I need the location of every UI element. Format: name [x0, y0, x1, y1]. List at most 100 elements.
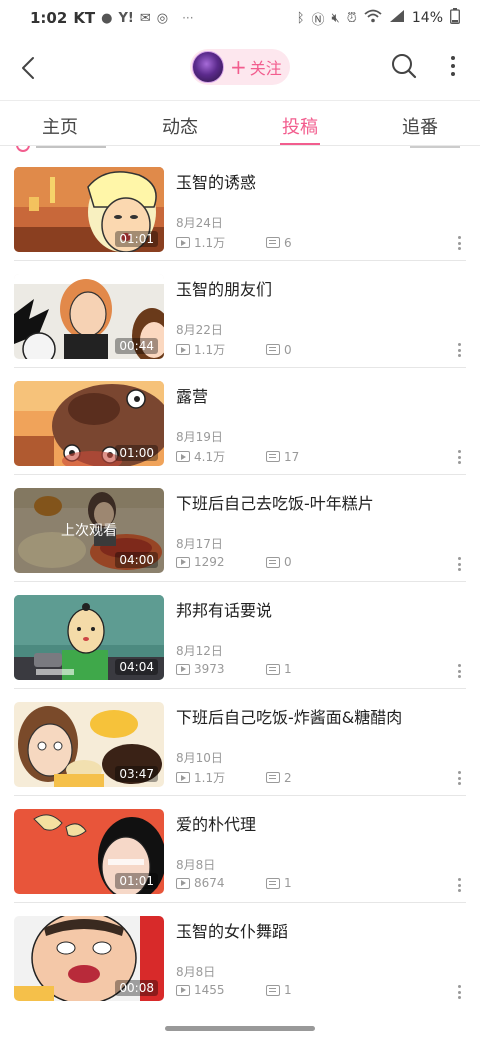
video-thumbnail[interactable]: 03:47 — [14, 702, 164, 787]
video-thumbnail[interactable]: 00:44 — [14, 274, 164, 359]
comment-count-value: 1 — [284, 876, 292, 890]
video-title[interactable]: 玉智的诱惑 — [176, 169, 256, 193]
app-header: + 关注 — [0, 40, 480, 96]
follow-text: 关注 — [249, 59, 282, 78]
video-list-item[interactable]: 03:47 下班后自己吃饭-炸酱面&糖醋肉 8月10日 1.1万 2 — [0, 689, 480, 796]
tab-home[interactable]: 主页 — [0, 101, 120, 145]
gesture-home-bar[interactable] — [165, 1026, 315, 1031]
tab-bar: 主页 动态 投稿 追番 — [0, 100, 480, 146]
hidden-text — [36, 146, 106, 148]
comment-count: 2 — [266, 771, 292, 785]
search-button[interactable] — [388, 50, 420, 82]
video-duration: 00:08 — [115, 980, 158, 996]
play-count-icon — [176, 772, 190, 783]
chevron-left-icon — [22, 57, 34, 79]
item-more-button[interactable] — [452, 234, 466, 254]
video-thumbnail[interactable]: 00:08 — [14, 916, 164, 1001]
play-count: 1.1万 — [176, 234, 266, 251]
dot — [451, 56, 455, 60]
follow-button[interactable]: + 关注 — [190, 49, 290, 85]
yahoo-icon: Y! — [118, 10, 134, 26]
video-stats: 1292 0 — [176, 555, 292, 569]
dot — [457, 241, 461, 245]
play-count-value: 1.1万 — [194, 236, 226, 250]
item-more-button[interactable] — [452, 341, 466, 361]
video-title[interactable]: 玉智的朋友们 — [176, 276, 272, 300]
dot — [457, 996, 461, 999]
tab-following-series[interactable]: 追番 — [360, 101, 480, 145]
item-more-button[interactable] — [452, 876, 466, 896]
video-date: 8月24日 — [176, 216, 223, 230]
comment-count-value: 0 — [284, 342, 292, 357]
video-duration: 01:00 — [115, 445, 158, 461]
video-list-item[interactable]: 上次观看 04:00 下班后自己去吃饭-叶年糕片 8月17日 1292 0 — [0, 475, 480, 582]
dot — [457, 990, 461, 994]
video-list-item[interactable]: 04:04 邦邦有话要说 8月12日 3973 1 — [0, 582, 480, 689]
video-duration: 04:00 — [115, 552, 158, 568]
back-button[interactable] — [10, 48, 46, 88]
item-more-button[interactable] — [452, 555, 466, 575]
item-more-button[interactable] — [452, 448, 466, 468]
dot — [457, 771, 461, 774]
more-options-button[interactable] — [438, 50, 468, 82]
nfc-icon: Ⓝ — [311, 12, 325, 28]
video-list-item[interactable]: 01:01 爱的朴代理 8月8日 8674 1 — [0, 796, 480, 903]
video-thumbnail[interactable]: 04:04 — [14, 595, 164, 680]
tab-uploads[interactable]: 投稿 — [240, 101, 360, 145]
play-count-value: 1.1万 — [194, 771, 226, 785]
video-date: 8月19日 — [176, 430, 223, 444]
play-count-value: 3973 — [194, 662, 225, 676]
dot — [451, 64, 455, 68]
video-date: 8月8日 — [176, 858, 216, 872]
comment-count: 1 — [266, 876, 292, 890]
signal-icon — [389, 9, 405, 27]
comment-count: 0 — [266, 343, 292, 357]
play-count-icon — [176, 663, 190, 675]
video-list-item[interactable]: 01:01 玉智的诱惑 8月24日 1.1万 6 — [0, 154, 480, 261]
dot — [457, 883, 461, 887]
comment-count: 0 — [266, 555, 292, 569]
comment-count-value: 0 — [284, 555, 292, 569]
video-list-item[interactable]: 01:00 露营 8月19日 4.1万 17 — [0, 368, 480, 475]
dot — [457, 889, 461, 892]
play-count-icon — [176, 451, 190, 462]
dot — [457, 348, 461, 352]
dot — [457, 450, 461, 453]
video-title[interactable]: 下班后自己吃饭-炸酱面&糖醋肉 — [176, 704, 402, 728]
plus-icon: + — [230, 55, 247, 79]
item-more-button[interactable] — [452, 662, 466, 682]
video-title[interactable]: 邦邦有话要说 — [176, 597, 272, 621]
item-more-button[interactable] — [452, 983, 466, 1003]
video-thumbnail[interactable]: 01:01 — [14, 167, 164, 252]
video-duration: 00:44 — [115, 338, 158, 354]
shazam-icon: ◎ — [156, 10, 169, 26]
video-title[interactable]: 露营 — [176, 383, 208, 407]
play-count-icon — [176, 237, 190, 248]
video-thumbnail[interactable]: 01:00 — [14, 381, 164, 466]
play-count: 3973 — [176, 662, 266, 676]
video-date: 8月12日 — [176, 644, 223, 658]
video-title[interactable]: 玉智的女仆舞蹈 — [176, 918, 288, 942]
video-thumbnail[interactable]: 01:01 — [14, 809, 164, 894]
video-duration: 04:04 — [115, 659, 158, 675]
comment-count-value: 1 — [284, 983, 292, 997]
item-more-button[interactable] — [452, 769, 466, 789]
comment-count-value: 1 — [284, 662, 292, 676]
chat-icon: ● — [101, 10, 113, 26]
video-stats: 8674 1 — [176, 876, 292, 890]
comment-count: 1 — [266, 662, 292, 676]
video-thumbnail[interactable]: 上次观看 04:00 — [14, 488, 164, 573]
tab-dynamics[interactable]: 动态 — [120, 101, 240, 145]
video-title[interactable]: 爱的朴代理 — [176, 811, 256, 835]
avatar — [192, 51, 224, 83]
mail-icon: ✉ — [139, 10, 151, 26]
search-icon — [392, 54, 417, 79]
video-list-item[interactable]: 00:44 玉智的朋友们 8月22日 1.1万 0 — [0, 261, 480, 368]
video-list-item[interactable]: 00:08 玉智的女仆舞蹈 8月8日 1455 1 — [0, 903, 480, 1010]
video-date: 8月10日 — [176, 751, 223, 765]
dot — [457, 461, 461, 464]
dot — [457, 354, 461, 357]
comment-icon — [266, 344, 280, 355]
video-title[interactable]: 下班后自己去吃饭-叶年糕片 — [176, 490, 374, 514]
alarm-icon: ⏰︎ — [346, 10, 357, 26]
